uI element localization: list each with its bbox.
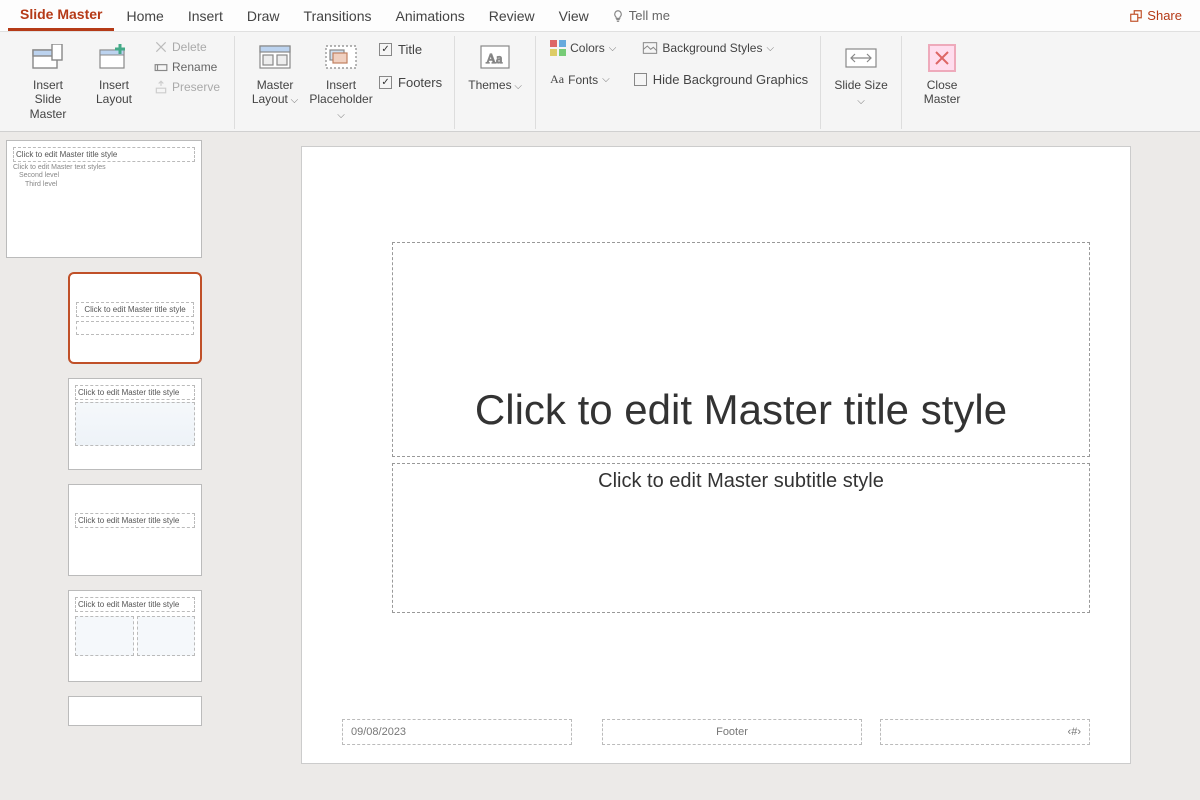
thumb-l2: Second level (13, 172, 195, 180)
ribbon-tabs: Slide Master Home Insert Draw Transition… (0, 0, 1200, 32)
checkbox-icon (634, 73, 647, 86)
lightbulb-icon (611, 9, 625, 23)
background-styles-label: Background Styles (662, 41, 762, 55)
themes-label: Themes (468, 78, 522, 93)
title-placeholder[interactable]: Click to edit Master title style (392, 242, 1090, 457)
tab-insert[interactable]: Insert (176, 2, 235, 30)
slide-size-icon (843, 40, 879, 76)
fonts-icon: Aa (550, 72, 564, 87)
svg-text:Aa: Aa (486, 52, 503, 67)
colors-dropdown[interactable]: Colors (546, 38, 620, 58)
close-icon (924, 40, 960, 76)
tab-view[interactable]: View (547, 2, 601, 30)
insert-layout-button[interactable]: Insert Layout (84, 38, 144, 109)
insert-placeholder-button[interactable]: Insert Placeholder (311, 38, 371, 124)
footers-checkbox[interactable]: Footers (377, 71, 444, 94)
ribbon: Insert Slide Master Insert Layout Delete… (0, 32, 1200, 132)
share-label: Share (1147, 8, 1182, 23)
master-layout-label: Master Layout (247, 78, 303, 107)
thumb-title: Click to edit Master title style (75, 385, 195, 400)
insert-slide-master-button[interactable]: Insert Slide Master (18, 38, 78, 123)
group-background: Colors Background Styles Aa Fonts Hide B… (536, 36, 821, 129)
tab-draw[interactable]: Draw (235, 2, 292, 30)
thumb-layout-4[interactable]: Click to edit Master title style (68, 590, 226, 682)
thumb-text-styles: Click to edit Master text styles (13, 164, 195, 172)
fonts-dropdown[interactable]: Aa Fonts (546, 68, 614, 91)
slide-size-label: Slide Size (833, 78, 889, 108)
subtitle-placeholder[interactable]: Click to edit Master subtitle style (392, 463, 1090, 613)
date-placeholder[interactable]: 09/08/2023 (342, 719, 572, 745)
checkbox-icon (379, 76, 392, 89)
thumb-title: Click to edit Master title style (76, 302, 194, 317)
slide-number-placeholder[interactable]: ‹#› (880, 719, 1090, 745)
hide-background-label: Hide Background Graphics (653, 72, 808, 87)
share-button[interactable]: Share (1119, 4, 1192, 27)
thumb-layout-2[interactable]: Click to edit Master title style (68, 378, 226, 470)
close-master-label: Close Master (914, 78, 970, 107)
colors-label: Colors (570, 41, 605, 55)
colors-icon (550, 40, 566, 56)
thumb-layout-5[interactable] (68, 696, 226, 726)
slide-size-button[interactable]: Slide Size (831, 38, 891, 110)
thumb-layout-1[interactable]: Click to edit Master title style (68, 272, 226, 364)
placeholder-icon (323, 40, 359, 76)
rename-button[interactable]: Rename (150, 58, 224, 76)
tell-me-search[interactable]: Tell me (601, 2, 680, 29)
master-layout-icon (257, 40, 293, 76)
footer-placeholder[interactable]: Footer (602, 719, 862, 745)
insert-placeholder-label: Insert Placeholder (309, 78, 372, 122)
tab-slide-master[interactable]: Slide Master (8, 0, 114, 31)
slide-master-icon (30, 40, 66, 76)
delete-label: Delete (172, 40, 207, 54)
thumbnail-panel[interactable]: Click to edit Master title style Click t… (0, 132, 232, 800)
group-themes: Aa Themes (455, 36, 536, 129)
tab-transitions[interactable]: Transitions (292, 2, 384, 30)
insert-layout-icon (96, 40, 132, 76)
themes-icon: Aa (477, 40, 513, 76)
thumb-title: Click to edit Master title style (75, 513, 195, 528)
share-icon (1129, 9, 1143, 23)
thumb-master[interactable]: Click to edit Master title style Click t… (6, 140, 226, 258)
background-styles-dropdown[interactable]: Background Styles (638, 38, 778, 58)
slide-canvas-area[interactable]: Click to edit Master title style Click t… (232, 132, 1200, 800)
subtitle-text: Click to edit Master subtitle style (598, 470, 884, 493)
group-master-layout: Master Layout Insert Placeholder Title F… (235, 36, 455, 129)
preserve-label: Preserve (172, 80, 220, 94)
group-edit-master: Insert Slide Master Insert Layout Delete… (8, 36, 235, 129)
group-close: Close Master (902, 36, 982, 129)
fonts-label: Fonts (568, 73, 598, 87)
preserve-icon (154, 80, 168, 94)
delete-button[interactable]: Delete (150, 38, 224, 56)
master-layout-button[interactable]: Master Layout (245, 38, 305, 109)
rename-label: Rename (172, 60, 217, 74)
title-text: Click to edit Master title style (393, 266, 1089, 434)
preserve-button[interactable]: Preserve (150, 78, 224, 96)
tell-me-label: Tell me (629, 8, 670, 23)
footers-checkbox-label: Footers (398, 75, 442, 90)
hide-background-checkbox[interactable]: Hide Background Graphics (632, 68, 810, 91)
group-size: Slide Size (821, 36, 902, 129)
checkbox-icon (379, 43, 392, 56)
insert-slide-master-label: Insert Slide Master (20, 78, 76, 121)
tab-animations[interactable]: Animations (383, 2, 476, 30)
slide[interactable]: Click to edit Master title style Click t… (301, 146, 1131, 764)
thumb-layout-3[interactable]: Click to edit Master title style (68, 484, 226, 576)
tab-review[interactable]: Review (477, 2, 547, 30)
background-icon (642, 40, 658, 56)
insert-layout-label: Insert Layout (86, 78, 142, 107)
tab-home[interactable]: Home (114, 2, 175, 30)
close-master-button[interactable]: Close Master (912, 38, 972, 109)
title-checkbox[interactable]: Title (377, 38, 444, 61)
themes-button[interactable]: Aa Themes (465, 38, 525, 95)
thumb-title: Click to edit Master title style (13, 147, 195, 162)
workspace: Click to edit Master title style Click t… (0, 132, 1200, 800)
delete-icon (154, 40, 168, 54)
thumb-l3: Third level (13, 181, 195, 189)
rename-icon (154, 60, 168, 74)
title-checkbox-label: Title (398, 42, 422, 57)
thumb-title: Click to edit Master title style (75, 597, 195, 612)
